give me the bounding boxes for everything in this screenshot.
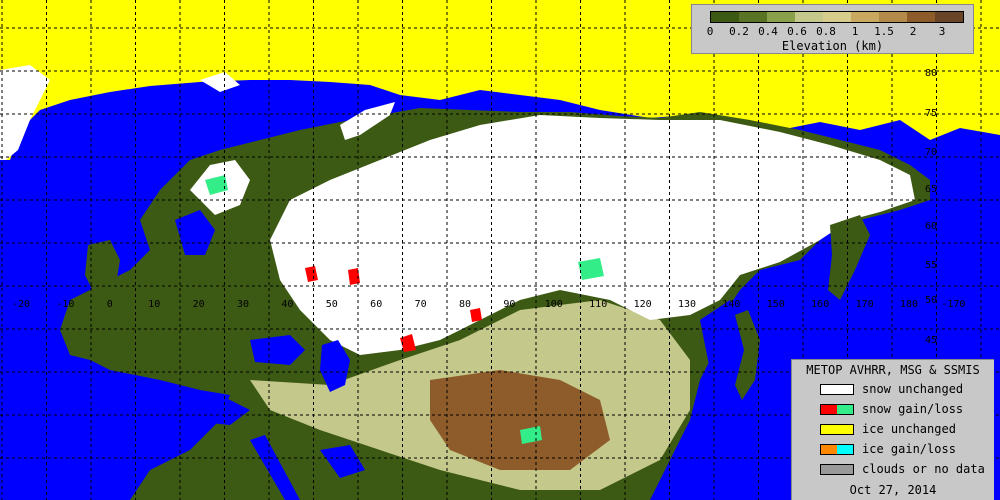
legend-swatch bbox=[820, 423, 854, 435]
longitude-label: 10 bbox=[148, 299, 160, 310]
longitude-label: -10 bbox=[56, 299, 74, 310]
longitude-label: 50 bbox=[326, 299, 338, 310]
elevation-swatch bbox=[907, 12, 935, 22]
latitude-label: 50 bbox=[925, 295, 937, 306]
longitude-label: 100 bbox=[545, 299, 563, 310]
elevation-swatch bbox=[739, 12, 767, 22]
legend-label: snow unchanged bbox=[862, 382, 964, 396]
legend-label: clouds or no data bbox=[862, 462, 985, 476]
elevation-tick-label: 1 bbox=[851, 25, 859, 38]
elevation-swatch bbox=[851, 12, 879, 22]
longitude-label: 80 bbox=[459, 299, 471, 310]
legend-title: METOP AVHRR, MSG & SSMIS bbox=[806, 363, 980, 377]
longitude-label: 130 bbox=[678, 299, 696, 310]
longitude-label: 90 bbox=[503, 299, 515, 310]
legend-label: ice unchanged bbox=[862, 422, 956, 436]
latitude-label: 45 bbox=[925, 335, 937, 346]
longitude-label: 30 bbox=[237, 299, 249, 310]
elevation-tick-label: 2 bbox=[909, 25, 917, 38]
longitude-label: -20 bbox=[12, 299, 30, 310]
elevation-tick-label: 0.6 bbox=[787, 25, 807, 38]
legend-label: ice gain/loss bbox=[862, 442, 956, 456]
elevation-tick-label: 3 bbox=[938, 25, 946, 38]
longitude-label: 150 bbox=[767, 299, 785, 310]
elevation-swatch bbox=[935, 12, 963, 22]
latitude-label: 70 bbox=[925, 147, 937, 158]
legend-item: snow gain/loss bbox=[820, 402, 963, 416]
elevation-title: Elevation (km) bbox=[781, 39, 884, 53]
legend-item: clouds or no data bbox=[820, 462, 985, 476]
legend-swatch bbox=[820, 463, 854, 475]
map-date: Oct 27, 2014 bbox=[849, 483, 937, 497]
legend-swatch bbox=[820, 443, 854, 455]
elevation-tick-label: 1.5 bbox=[874, 25, 894, 38]
elevation-swatch bbox=[823, 12, 851, 22]
elevation-swatch bbox=[879, 12, 907, 22]
longitude-label: 60 bbox=[370, 299, 382, 310]
legend-item: snow unchanged bbox=[820, 382, 963, 396]
longitude-label: 120 bbox=[634, 299, 652, 310]
latitude-label: 65 bbox=[925, 184, 937, 195]
longitude-label: 110 bbox=[589, 299, 607, 310]
elevation-color-bar bbox=[710, 11, 964, 23]
longitude-label: 0 bbox=[107, 299, 113, 310]
latitude-label: 80 bbox=[925, 68, 937, 79]
legend-swatch bbox=[820, 403, 854, 415]
longitude-label: 180 bbox=[900, 299, 918, 310]
elevation-tick-label: 0.2 bbox=[729, 25, 749, 38]
longitude-label: 40 bbox=[281, 299, 293, 310]
longitude-label: -170 bbox=[941, 299, 965, 310]
legend-item: ice unchanged bbox=[820, 422, 956, 436]
longitude-label: 20 bbox=[193, 299, 205, 310]
elevation-swatch bbox=[767, 12, 795, 22]
elevation-swatch bbox=[711, 12, 739, 22]
longitude-label: 160 bbox=[811, 299, 829, 310]
longitude-label: 140 bbox=[722, 299, 740, 310]
latitude-label: 75 bbox=[925, 108, 937, 119]
elevation-tick-label: 0 bbox=[706, 25, 714, 38]
longitude-label: 70 bbox=[415, 299, 427, 310]
latitude-label: 60 bbox=[925, 221, 937, 232]
longitude-label: 170 bbox=[856, 299, 874, 310]
map-legend: METOP AVHRR, MSG & SSMIS snow unchanged s… bbox=[791, 359, 994, 500]
elevation-legend: 0 0.2 0.4 0.6 0.8 1 1.5 2 3 Elevation (km) bbox=[691, 4, 974, 54]
legend-swatch bbox=[820, 383, 854, 395]
elevation-tick-label: 0.8 bbox=[816, 25, 836, 38]
legend-item: ice gain/loss bbox=[820, 442, 956, 456]
elevation-swatch bbox=[795, 12, 823, 22]
latitude-label: 55 bbox=[925, 260, 937, 271]
elevation-tick-label: 0.4 bbox=[758, 25, 778, 38]
legend-label: snow gain/loss bbox=[862, 402, 964, 416]
